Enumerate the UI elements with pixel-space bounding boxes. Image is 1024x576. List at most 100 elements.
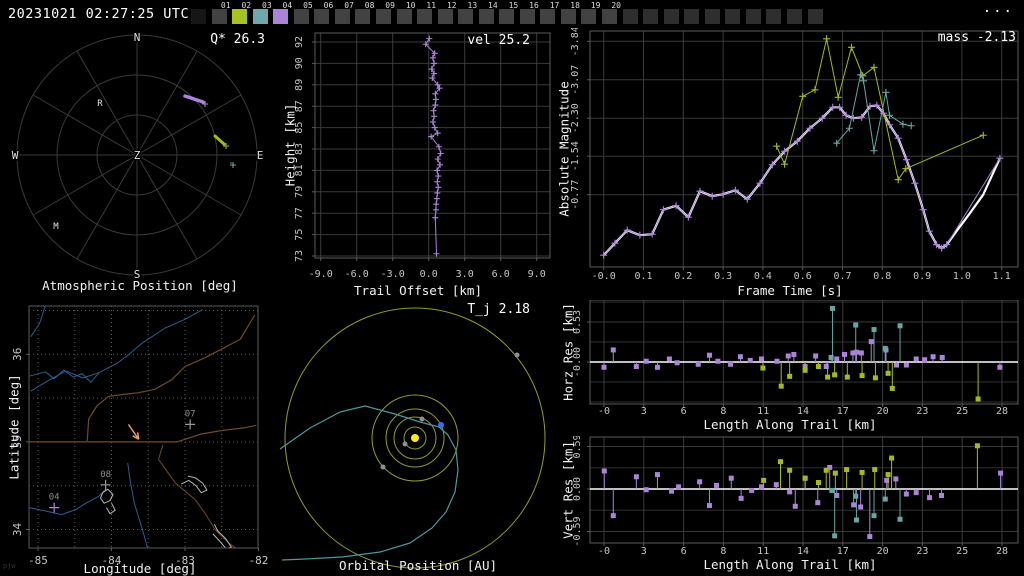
frame-button-19[interactable]: 19 xyxy=(581,2,600,24)
frame-button-01[interactable]: 01 xyxy=(211,2,231,24)
svg-text:0.7: 0.7 xyxy=(833,271,851,282)
horz-residuals-plot[interactable]: -0 3 6 8 11 14 17 20 23 25 280.53-0.00 xyxy=(556,300,1024,436)
magnitude-plot[interactable]: -0.0 0.1 0.2 0.3 0.4 0.6 0.7 0.8 0.9 1.0 1.1 -3.84 -… xyxy=(556,28,1024,300)
frame-number-label: 12 xyxy=(446,1,457,10)
svg-text:14: 14 xyxy=(797,406,809,417)
frame-button-x29[interactable] xyxy=(786,9,802,24)
frame-button-04[interactable]: 04 xyxy=(273,2,292,24)
q-reciprocal-label: Q* 26.3 xyxy=(210,32,265,47)
frame-number-label: 09 xyxy=(385,1,395,10)
svg-text:07: 07 xyxy=(185,409,196,419)
compass-east: E xyxy=(257,149,264,162)
frame-number-label: 16 xyxy=(529,1,539,10)
frame-button-15[interactable]: 15 xyxy=(499,2,518,24)
frame-number-label: 11 xyxy=(426,1,437,10)
frame-button-16[interactable]: 16 xyxy=(519,2,539,24)
svg-text:-3.0: -3.0 xyxy=(381,269,405,280)
frame-button-03[interactable]: 03 xyxy=(252,2,272,24)
overflow-menu-button[interactable]: ... xyxy=(983,0,1014,16)
svg-text:23: 23 xyxy=(916,546,928,557)
frame-button-12[interactable]: 12 xyxy=(437,2,457,24)
frame-button-09[interactable]: 09 xyxy=(375,2,395,24)
frame-button-x28[interactable] xyxy=(766,9,782,24)
frame-button-x27[interactable] xyxy=(745,9,761,24)
frame-button-08[interactable]: 08 xyxy=(355,2,374,24)
frame-number-label: 19 xyxy=(590,1,601,10)
svg-text:6.0: 6.0 xyxy=(492,269,510,280)
frame-number-label: 15 xyxy=(508,1,519,10)
frame-number-label: 02 xyxy=(241,1,252,10)
series-cam03 xyxy=(828,305,903,362)
frame-button-x22[interactable] xyxy=(643,9,659,24)
map-x-axis-title: Longitude [deg] xyxy=(83,561,197,576)
frame-button-05[interactable]: 05 xyxy=(293,2,313,24)
axes-grid: -0.0 0.1 0.2 0.3 0.4 0.6 0.7 0.8 0.9 1.0 1.1 -3.84 -… xyxy=(570,28,1019,282)
frame-button-x25[interactable] xyxy=(704,9,720,24)
frame-button-x21[interactable] xyxy=(622,9,638,24)
atmospheric-position-plot[interactable]: NSW EZRM xyxy=(0,28,280,300)
svg-text:-0.0: -0.0 xyxy=(592,271,616,282)
map-feature-river xyxy=(127,462,148,548)
axes-grid: -0 3 6 8 11 14 17 20 23 25 280.53-0.00 xyxy=(572,300,1019,417)
frame-button-02[interactable]: 02 xyxy=(232,2,251,24)
vert-res-y-axis-title: Vert Res [km] xyxy=(560,441,576,539)
frame-button-x26[interactable] xyxy=(725,9,741,24)
frame-button-x24[interactable] xyxy=(684,9,700,24)
svg-text:11: 11 xyxy=(757,406,769,417)
svg-text:0.3: 0.3 xyxy=(714,271,732,282)
frame-button-20[interactable]: 20 xyxy=(602,2,621,24)
frame-button-07[interactable]: 07 xyxy=(334,2,354,24)
vert-residuals-plot[interactable]: -0 3 6 8 11 14 17 20 23 25 280.590.00-0.59 xyxy=(556,436,1024,576)
frame-button-13[interactable]: 13 xyxy=(458,2,477,24)
frame-number-label: 01 xyxy=(220,1,231,10)
svg-text:25: 25 xyxy=(956,406,968,417)
frame-button-10[interactable]: 10 xyxy=(396,2,416,24)
svg-text:0.2: 0.2 xyxy=(674,271,692,282)
frame-number-label: 05 xyxy=(303,1,313,10)
sun-marker xyxy=(411,434,419,442)
orbit-plot[interactable] xyxy=(280,300,556,576)
series-fit xyxy=(602,104,1001,256)
svg-text:-0: -0 xyxy=(598,406,610,417)
svg-text:0.6: 0.6 xyxy=(794,271,812,282)
zenith-label: Z xyxy=(134,149,141,162)
trail-offset-plot[interactable]: -9.0 -6.0 -3.0 0.0 3.0 6.0 9.09290898785838179… xyxy=(280,28,556,300)
ground-map-plot[interactable]: 040708-85 -84 -83 -82363534 xyxy=(0,300,280,576)
watermark: pjw xyxy=(3,562,16,570)
map-feature-river-brown xyxy=(158,444,237,548)
horz-res-y-axis-title: Horz Res [km] xyxy=(560,303,576,401)
frame-button-11[interactable]: 11 xyxy=(417,2,436,24)
svg-text:0.4: 0.4 xyxy=(754,271,772,282)
planet-venus xyxy=(419,416,425,422)
svg-text:36: 36 xyxy=(11,348,24,361)
frame-button-06[interactable]: 06 xyxy=(314,2,333,24)
svg-text:23: 23 xyxy=(916,406,928,417)
series-cam02 xyxy=(761,443,980,489)
planet-mars xyxy=(380,464,386,470)
frame-button-17[interactable]: 17 xyxy=(540,2,559,24)
frame-number-label: 04 xyxy=(282,1,293,10)
svg-text:1.0: 1.0 xyxy=(953,271,971,282)
svg-text:-3.07: -3.07 xyxy=(570,65,581,95)
frame-button-x23[interactable] xyxy=(663,9,679,24)
panel-magnitude: -0.0 0.1 0.2 0.3 0.4 0.6 0.7 0.8 0.9 1.0 1.1 -3.84 -… xyxy=(556,28,1024,300)
svg-text:1.1: 1.1 xyxy=(993,271,1011,282)
magnitude-y-axis-title: Absolute Magnitude xyxy=(556,81,572,217)
frame-button-18[interactable]: 18 xyxy=(560,2,580,24)
panel-vert-residuals: -0 3 6 8 11 14 17 20 23 25 28 0.59 0.00 -0.59 Vert Re… xyxy=(556,436,1024,576)
frame-button-14[interactable]: 14 xyxy=(478,2,498,24)
svg-text:-0: -0 xyxy=(598,546,610,557)
svg-text:14: 14 xyxy=(797,546,809,557)
svg-text:17: 17 xyxy=(837,546,849,557)
frame-button-x30[interactable] xyxy=(807,9,823,24)
frame-number-label: 14 xyxy=(488,1,498,10)
frame-button-x0[interactable] xyxy=(191,9,206,24)
frame-selector: 01 02 03 04 05 06 07 08 09 10 11 12 13 14 15 16 17 18 19 20 xyxy=(0,0,1024,28)
svg-text:-6.0: -6.0 xyxy=(345,269,369,280)
series-cam04 xyxy=(600,101,1004,259)
map-feature-river xyxy=(30,309,203,392)
svg-text:8: 8 xyxy=(720,406,726,417)
horz-res-x-axis-title: Length Along Trail [km] xyxy=(703,417,877,432)
svg-text:90: 90 xyxy=(294,57,305,69)
svg-text:28: 28 xyxy=(996,546,1008,557)
